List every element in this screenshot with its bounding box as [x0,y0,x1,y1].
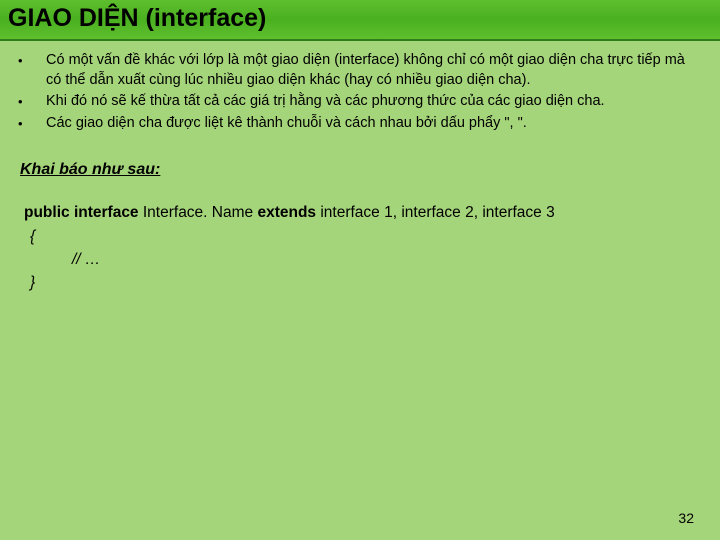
brace-close: } [24,271,702,294]
list-item: • Các giao diện cha được liệt kê thành c… [18,114,702,136]
bullet-icon: • [18,114,46,136]
code-block: public interface Interface. Name extends… [18,201,702,294]
list-item: • Khi đó nó sẽ kế thừa tất cả các giá tr… [18,92,702,114]
bullet-text: Khi đó nó sẽ kế thừa tất cả các giá trị … [46,92,702,114]
code-line: public interface Interface. Name extends… [24,201,702,224]
page-number: 32 [678,510,694,526]
slide-title: GIAO DIỆN (interface) [8,4,712,33]
bullet-icon: • [18,51,46,92]
bullet-text: Các giao diện cha được liệt kê thành chu… [46,114,702,136]
bullet-icon: • [18,92,46,114]
keyword-extends: extends [257,204,316,221]
interface-params: interface 1, interface 2, interface 3 [316,204,555,221]
list-item: • Có một vấn đề khác với lớp là một giao… [18,51,702,92]
bullet-text: Có một vấn đề khác với lớp là một giao d… [46,51,702,92]
bullet-list: • Có một vấn đề khác với lớp là một giao… [18,51,702,135]
title-bar: GIAO DIỆN (interface) [0,0,720,41]
interface-name: Interface. Name [139,204,258,221]
brace-open: { [24,225,702,248]
declaration-section: Khai báo như sau: [18,161,702,179]
content-area: • Có một vấn đề khác với lớp là một giao… [0,41,720,294]
declaration-label: Khai báo như sau: [20,161,160,178]
keyword-public-interface: public interface [24,204,139,221]
code-comment: // … [24,248,702,271]
